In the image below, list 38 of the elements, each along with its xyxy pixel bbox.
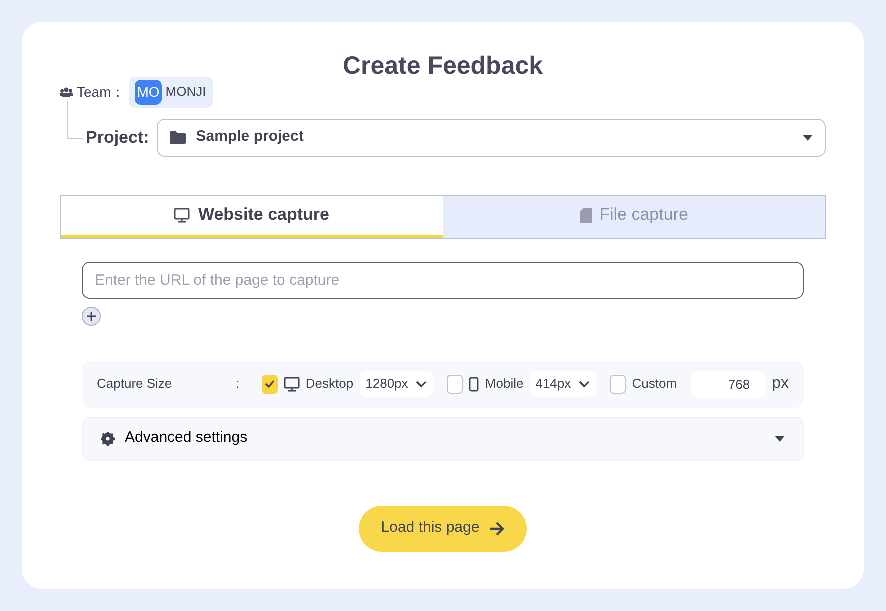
arrow-icon: [490, 522, 505, 536]
separator: :: [236, 375, 240, 394]
folder-icon: [170, 131, 186, 144]
team-avatar: MO: [135, 80, 162, 104]
page-title: Create Feedback: [342, 51, 544, 82]
url-field[interactable]: Enter the URL of the page to capture: [82, 262, 804, 298]
checkbox[interactable]: [610, 374, 626, 394]
team-name: MONJI: [166, 83, 206, 102]
load-button[interactable]: Load this page: [359, 506, 527, 552]
team-icon: [60, 87, 73, 97]
gear-icon: [101, 432, 115, 446]
project-label: Project:: [86, 126, 150, 149]
plus-icon: [87, 312, 96, 320]
size-input[interactable]: 768: [691, 370, 766, 398]
chevron-icon: [579, 380, 590, 388]
check-icon: [264, 380, 275, 388]
team-label: Team：: [77, 82, 126, 102]
size-select[interactable]: 414px: [530, 371, 596, 397]
size-select[interactable]: 1280px: [360, 371, 434, 397]
caret-icon: [775, 436, 785, 442]
checkbox[interactable]: [262, 374, 278, 394]
unit-label: px: [772, 374, 789, 394]
phone-icon: [469, 376, 480, 392]
tree-connector: [67, 100, 83, 138]
monitor-icon: [284, 376, 300, 392]
chevron-icon: [416, 380, 428, 388]
option-label: Mobile: [485, 375, 524, 394]
option-label: Desktop: [306, 375, 354, 394]
monitor-icon: [174, 208, 190, 222]
add-button[interactable]: [82, 306, 101, 326]
project-select[interactable]: Sample project: [157, 118, 826, 156]
caret-icon: [803, 134, 813, 140]
option-label: Custom: [632, 375, 678, 394]
capture-size-label: Capture Size: [97, 375, 174, 394]
checkbox[interactable]: [447, 374, 464, 394]
file-icon: [580, 208, 592, 222]
team-chip[interactable]: MO MONJI: [129, 76, 214, 108]
advanced-settings-toggle[interactable]: Advanced settings: [82, 416, 804, 460]
